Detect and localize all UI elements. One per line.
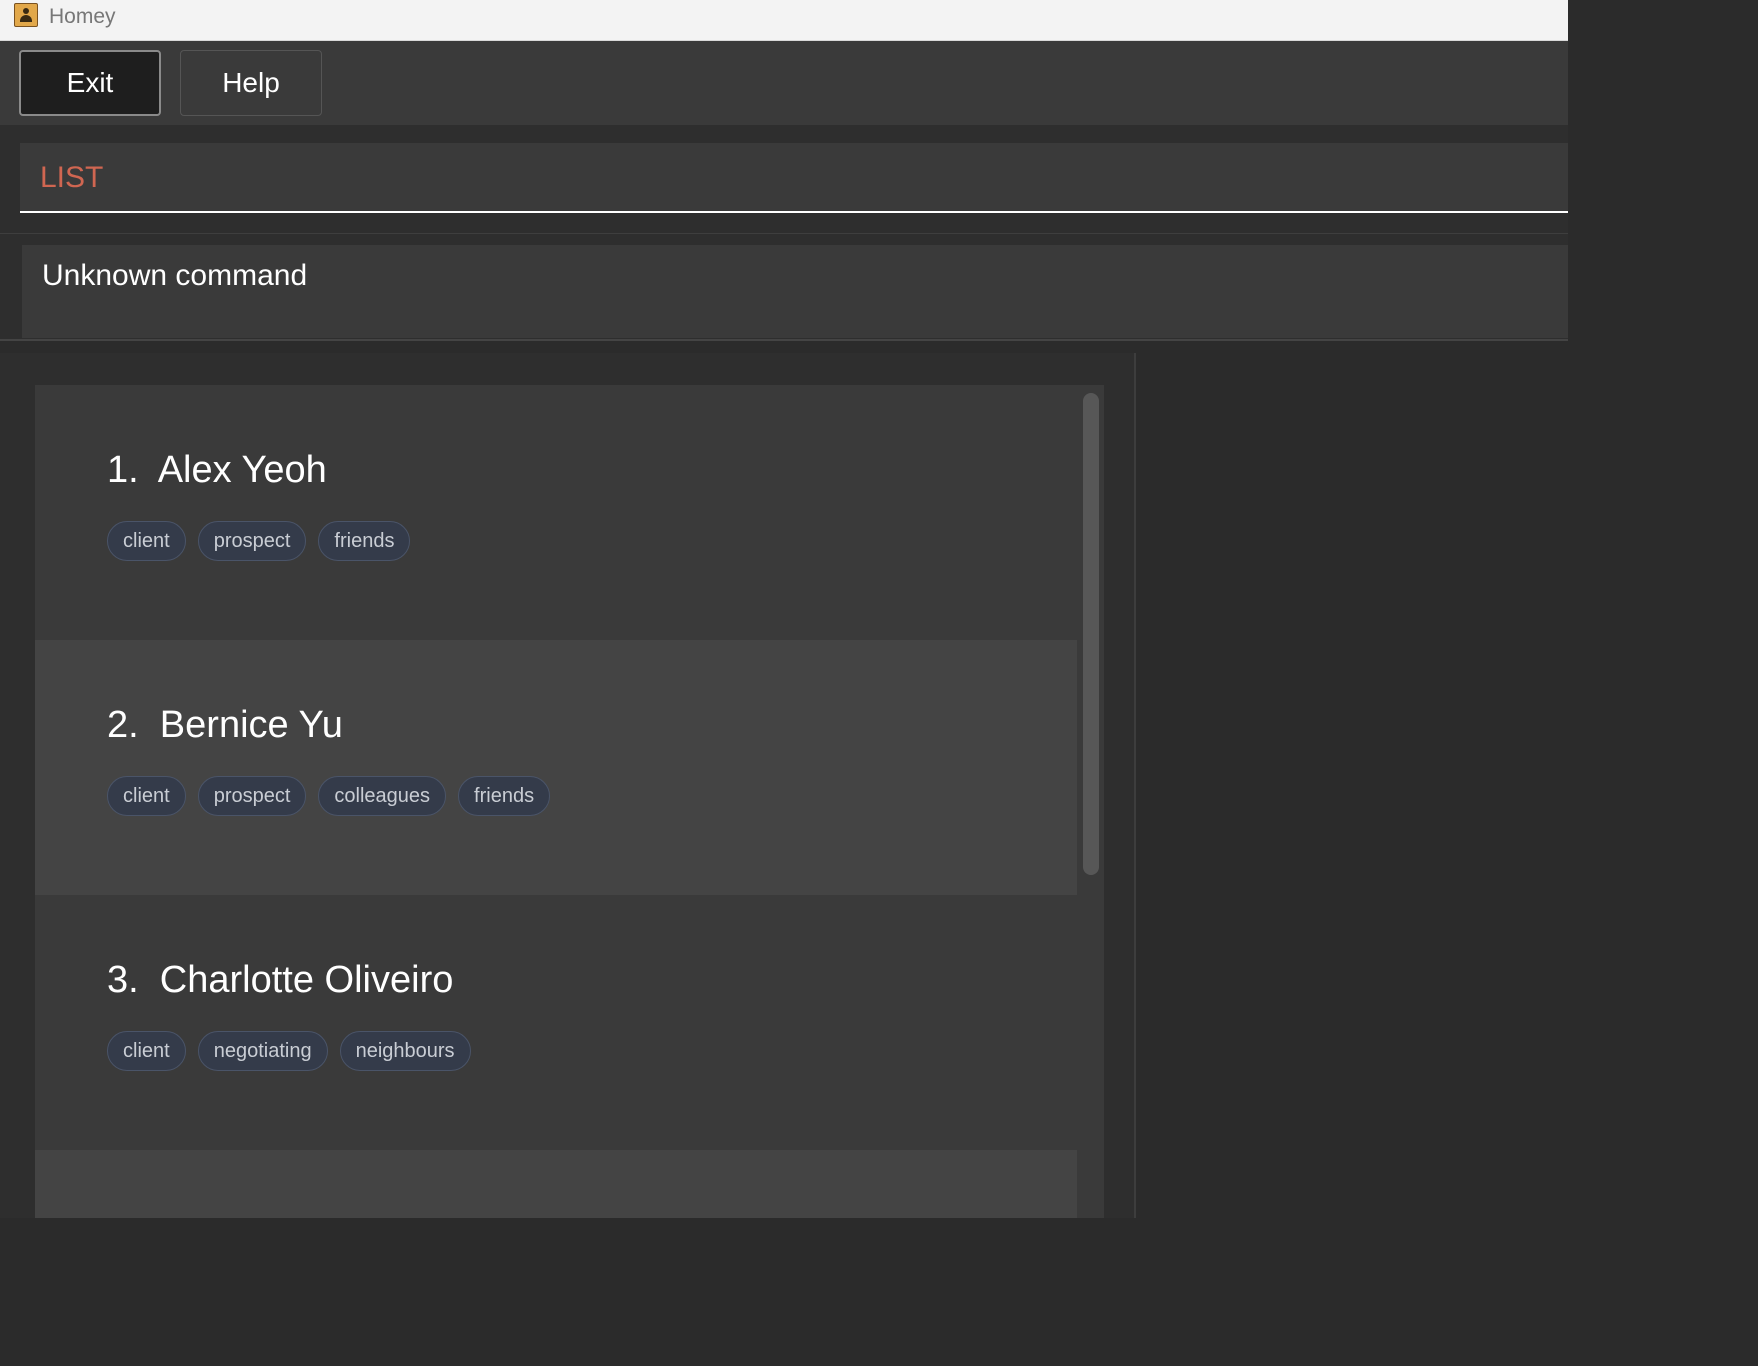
address-book-icon [14,3,38,27]
person-card-partial[interactable] [35,1150,1077,1218]
tag-chip: client [107,1031,186,1071]
tag-list: client negotiating neighbours [107,1031,471,1071]
person-card[interactable]: 2. Bernice Yu client prospect colleagues… [35,640,1077,895]
window-titlebar: Homey [0,0,1568,41]
tag-chip: neighbours [339,1031,471,1071]
person-card[interactable]: 1. Alex Yeoh client prospect friends [35,385,1077,640]
command-panel: LIST [0,125,1568,233]
tag-chip: client [107,776,186,816]
help-button[interactable]: Help [180,50,322,116]
command-input[interactable]: LIST [20,143,1568,213]
tag-list: client prospect friends [107,521,411,561]
tag-chip: negotiating [197,1031,328,1071]
result-panel: Unknown command [0,233,1568,341]
menu-bar: Exit Help [0,41,1568,125]
tag-list: client prospect colleagues friends [107,776,551,816]
tag-chip: friends [318,521,411,561]
detail-pane [1150,353,1568,1218]
result-display: Unknown command [22,245,1568,338]
person-list-pane: 1. Alex Yeoh client prospect friends 2. … [0,353,1136,1218]
exit-button[interactable]: Exit [19,50,161,116]
person-name: 1. Alex Yeoh [107,449,327,491]
command-input-text: LIST [40,161,104,194]
list-scrollbar[interactable] [1083,393,1099,875]
window-title: Homey [49,5,116,28]
person-name: 2. Bernice Yu [107,704,343,746]
tag-chip: prospect [197,521,307,561]
tag-chip: prospect [197,776,307,816]
tag-chip: friends [458,776,551,816]
result-text: Unknown command [42,259,308,292]
person-list[interactable]: 1. Alex Yeoh client prospect friends 2. … [35,385,1104,1218]
person-name: 3. Charlotte Oliveiro [107,959,454,1001]
tag-chip: client [107,521,186,561]
tag-chip: colleagues [318,776,447,816]
person-card[interactable]: 3. Charlotte Oliveiro client negotiating… [35,895,1077,1150]
